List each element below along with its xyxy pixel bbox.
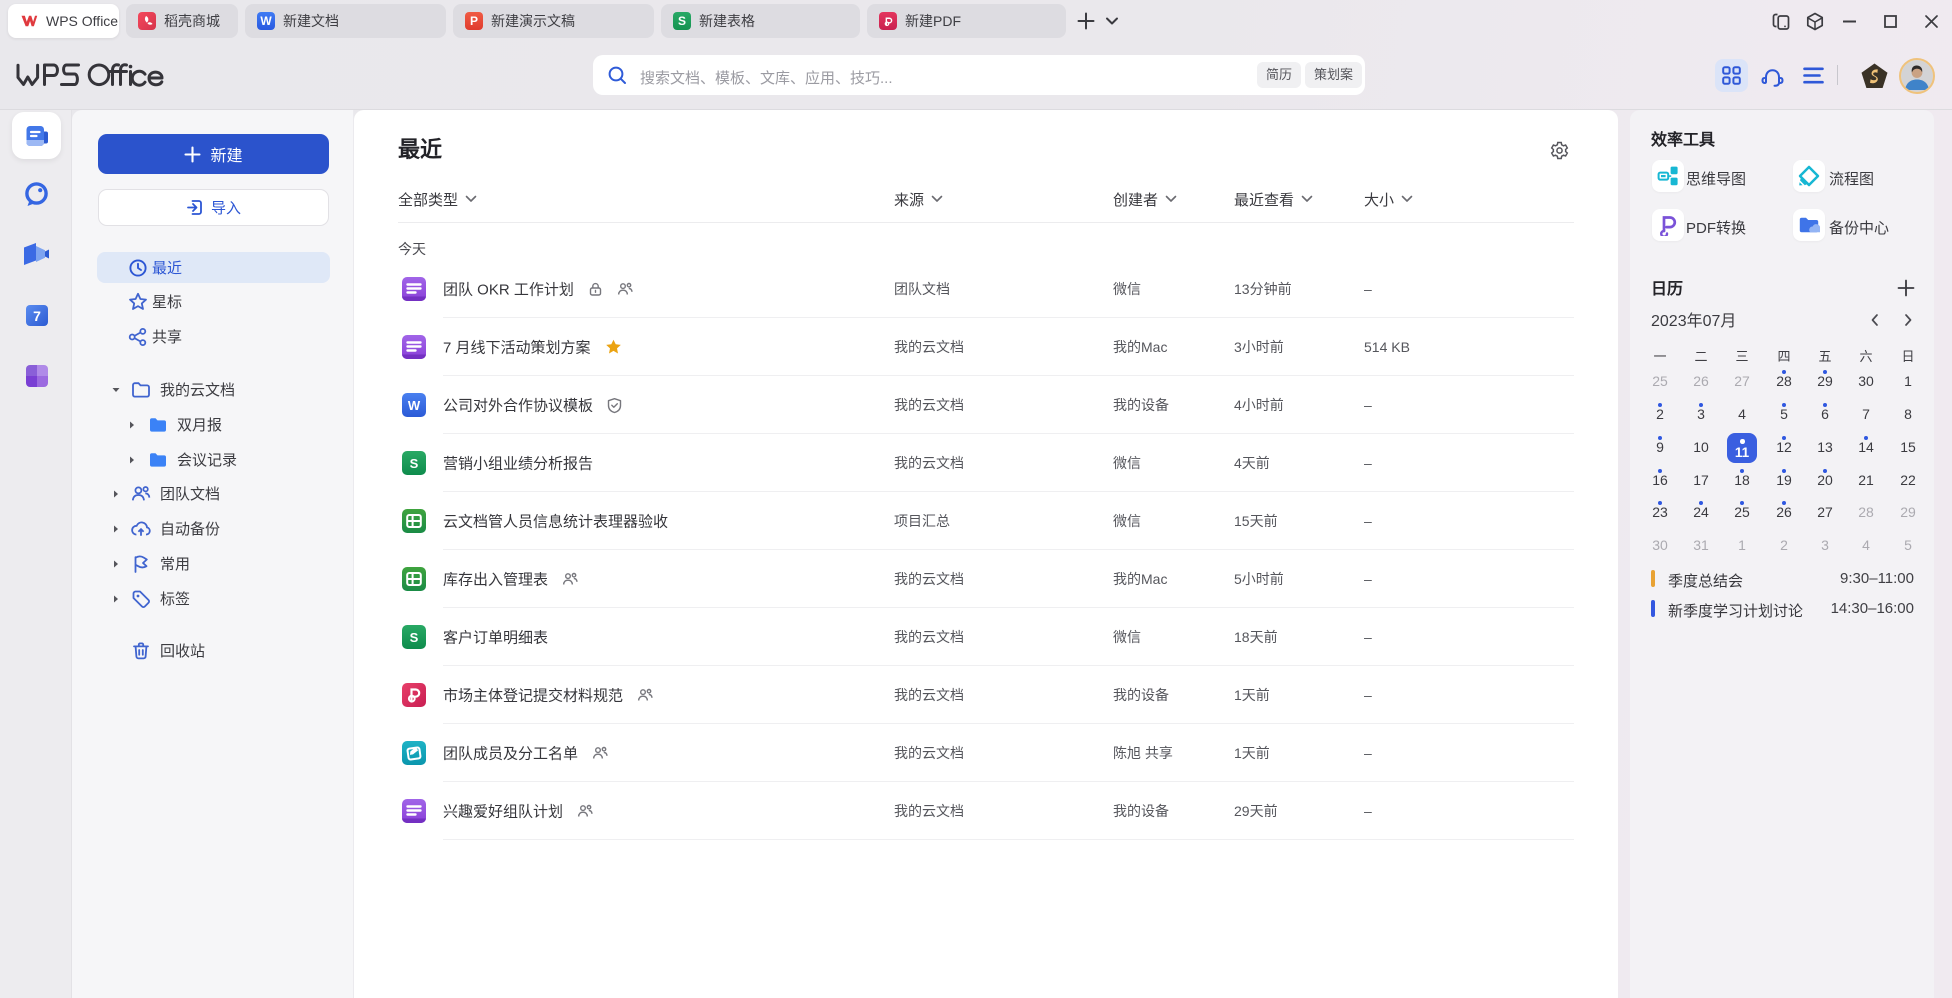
svg-text:S: S bbox=[410, 456, 419, 471]
svg-text:W: W bbox=[408, 398, 421, 413]
svg-text:7: 7 bbox=[33, 308, 41, 324]
svg-text:S: S bbox=[410, 630, 419, 645]
